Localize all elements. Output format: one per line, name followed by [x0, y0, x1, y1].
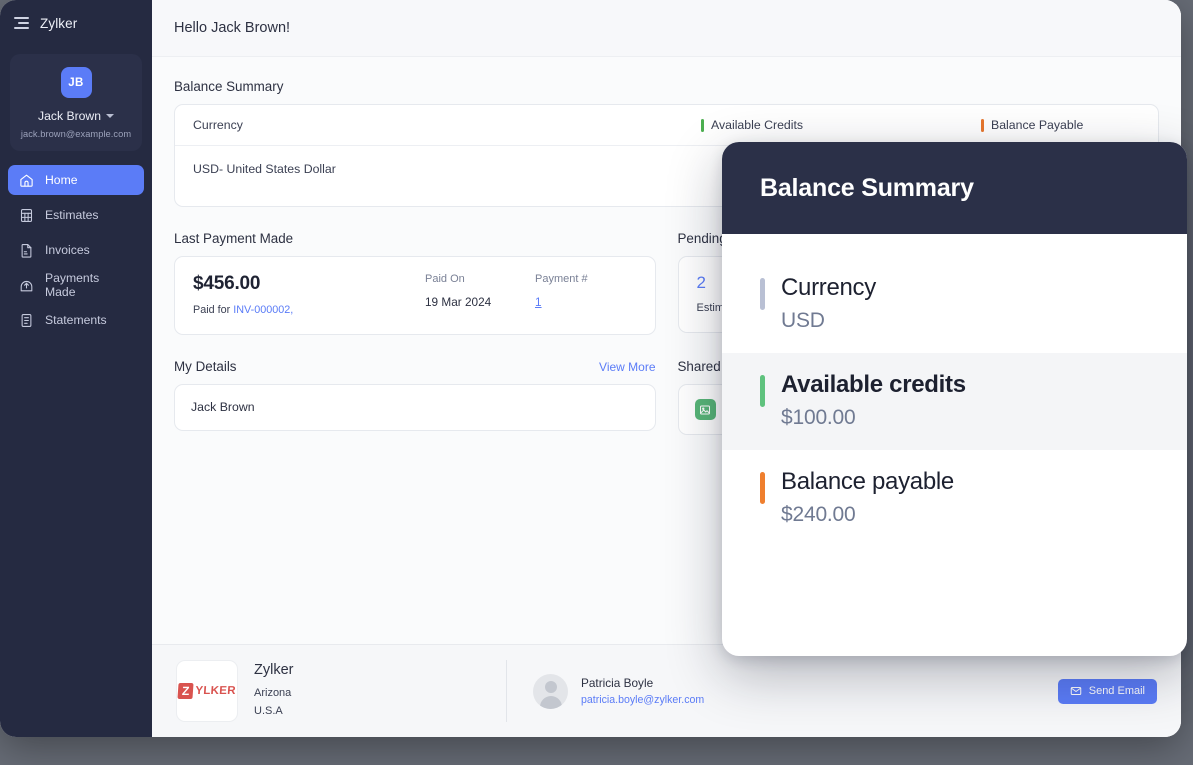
list-document-icon [19, 313, 34, 328]
footer-divider [506, 660, 507, 722]
credits-color-indicator [701, 118, 704, 132]
sidebar-item-invoices[interactable]: Invoices [8, 235, 144, 265]
sidebar-item-statements[interactable]: Statements [8, 305, 144, 335]
sidebar: Zylker JB Jack Brown jack.brown@example.… [0, 0, 152, 737]
invoice-link[interactable]: INV-000002, [233, 304, 293, 316]
my-details-name: Jack Brown [191, 400, 255, 414]
overlay-row-text: Available credits $100.00 [781, 371, 966, 430]
my-details-card: Jack Brown [174, 384, 656, 431]
view-more-link[interactable]: View More [599, 360, 655, 374]
credits-color-indicator [760, 375, 765, 407]
my-details-header: My Details View More [174, 359, 656, 374]
last-payment-amount: $456.00 [193, 273, 261, 294]
sidebar-item-payments-made[interactable]: Payments Made [8, 270, 144, 300]
last-payment-title: Last Payment Made [174, 231, 294, 246]
footer-org-text: Zylker Arizona U.S.A [254, 662, 293, 719]
footer: Z YLKER Zylker Arizona U.S.A Patricia Bo… [152, 644, 1181, 737]
payable-color-indicator [981, 118, 984, 132]
profile-email: jack.brown@example.com [20, 129, 132, 139]
overlay-row-text: Balance payable $240.00 [781, 468, 954, 527]
logo-mark: Z YLKER [177, 683, 237, 699]
contact-email[interactable]: patricia.boyle@zylker.com [581, 694, 704, 706]
column-header-available-credits: Available Credits [701, 118, 981, 132]
overlay-row-value: $240.00 [781, 503, 856, 526]
my-details-title: My Details [174, 359, 237, 374]
paid-for-prefix: Paid for [193, 304, 234, 316]
column-header-label: Available Credits [711, 118, 804, 132]
overlay-row-label: Balance payable [781, 468, 954, 495]
logo-z: Z [177, 683, 194, 699]
contact-name: Patricia Boyle [581, 676, 654, 690]
payable-color-indicator [760, 472, 765, 504]
last-payment-card: $456.00 Paid for INV-000002, Paid On 19 … [174, 256, 656, 335]
hamburger-icon[interactable] [14, 17, 29, 29]
overlay-body: Currency USD Available credits $100.00 B… [722, 234, 1187, 547]
sidebar-brand-row: Zylker [0, 0, 152, 46]
sidebar-nav: Home Estimates Invoices Payments Made St… [0, 165, 152, 338]
contact-avatar-icon [533, 673, 568, 709]
overlay-row-label: Currency [781, 274, 876, 301]
cell-currency: USD- United States Dollar [193, 162, 336, 176]
sidebar-item-label: Estimates [45, 208, 99, 222]
payment-number-label: Payment # [535, 273, 588, 285]
paid-for-line: Paid for INV-000002, [193, 304, 425, 316]
send-email-button[interactable]: Send Email [1057, 678, 1157, 704]
column-header-label: Balance Payable [991, 118, 1084, 132]
chevron-down-icon[interactable] [106, 114, 114, 118]
last-payment-amount-block: $456.00 Paid for INV-000002, [193, 273, 425, 316]
overlay-header: Balance Summary [722, 142, 1187, 234]
sidebar-item-label: Invoices [45, 243, 90, 257]
envelope-icon [1070, 685, 1082, 697]
sidebar-item-estimates[interactable]: Estimates [8, 200, 144, 230]
send-email-label: Send Email [1088, 685, 1145, 697]
overlay-row-value: $100.00 [781, 406, 856, 429]
overlay-row-label: Available credits [781, 371, 966, 398]
currency-color-indicator [760, 278, 765, 310]
profile-card[interactable]: JB Jack Brown jack.brown@example.com [10, 54, 142, 151]
image-file-icon [694, 399, 716, 420]
overlay-row-value: USD [781, 309, 825, 332]
calculator-icon [19, 208, 34, 223]
payment-number-link[interactable]: 1 [535, 295, 645, 309]
footer-contact: Patricia Boyle patricia.boyle@zylker.com [533, 673, 1058, 709]
profile-name: Jack Brown [38, 109, 101, 123]
brand-name: Zylker [40, 15, 78, 31]
column-header-balance-payable: Balance Payable [981, 118, 1140, 132]
paid-on-block: Paid On 19 Mar 2024 [425, 273, 535, 309]
page-root: Zylker JB Jack Brown jack.brown@example.… [0, 0, 1193, 765]
sidebar-item-home[interactable]: Home [8, 165, 144, 195]
my-details-section: My Details View More Jack Brown [174, 359, 656, 435]
paid-on-label: Paid On [425, 273, 465, 285]
page-title: Hello Jack Brown! [174, 20, 291, 36]
footer-org-name: Zylker [254, 662, 294, 679]
overlay-row-available-credits: Available credits $100.00 [722, 353, 1187, 450]
zylker-logo: Z YLKER [176, 660, 238, 722]
overlay-title: Balance Summary [760, 173, 974, 202]
overlay-row-currency: Currency USD [722, 256, 1187, 353]
column-header-currency: Currency [193, 118, 243, 132]
footer-organization: Z YLKER Zylker Arizona U.S.A [176, 660, 506, 722]
sidebar-item-label: Statements [45, 313, 107, 327]
document-icon [19, 243, 34, 258]
profile-name-row[interactable]: Jack Brown [38, 109, 114, 123]
avatar: JB [60, 67, 92, 98]
balance-summary-overlay: Balance Summary Currency USD Available c… [722, 142, 1187, 656]
footer-org-line2: U.S.A [254, 704, 283, 717]
upload-circle-icon [19, 278, 34, 293]
footer-contact-text: Patricia Boyle patricia.boyle@zylker.com [581, 676, 704, 706]
table-header-row: Currency Available Credits Balance Payab… [175, 105, 1158, 146]
home-icon [19, 173, 34, 188]
sidebar-item-label: Home [45, 173, 78, 187]
paid-on-value: 19 Mar 2024 [425, 295, 492, 309]
greeting-bar: Hello Jack Brown! [152, 0, 1181, 57]
balance-summary-title: Balance Summary [174, 79, 284, 94]
last-payment-section: Last Payment Made $456.00 Paid for INV-0… [174, 231, 656, 335]
footer-org-line1: Arizona [254, 687, 292, 700]
payment-number-block: Payment # 1 [535, 273, 645, 309]
sidebar-item-label: Payments Made [45, 271, 100, 299]
overlay-row-balance-payable: Balance payable $240.00 [722, 450, 1187, 547]
logo-text: YLKER [195, 685, 237, 697]
overlay-row-text: Currency USD [781, 274, 876, 333]
